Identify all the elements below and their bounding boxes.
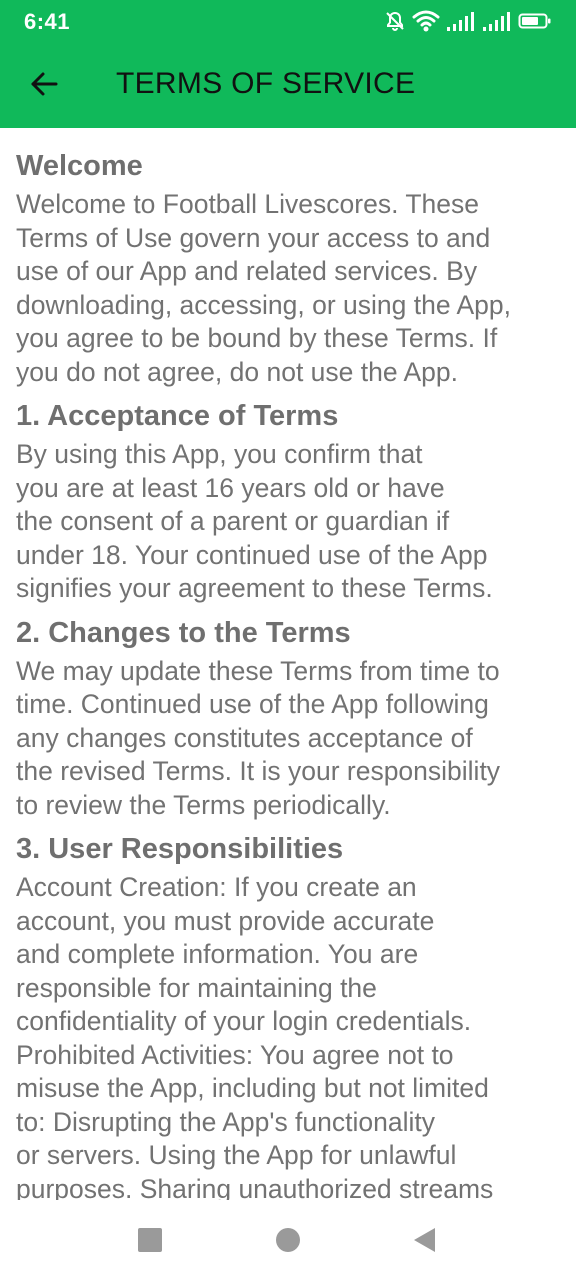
section-body-user-responsibilities: Account Creation: If you create an accou… <box>16 872 494 1200</box>
terms-content-scroll[interactable]: Welcome Welcome to Football Livescores. … <box>16 128 564 1200</box>
status-icons <box>384 9 552 33</box>
signal-icon <box>483 12 510 31</box>
status-bar: 6:41 <box>0 0 576 40</box>
section-body-changes: We may update these Terms from time to t… <box>16 655 501 820</box>
arrow-back-icon <box>31 72 58 96</box>
terms-content: Welcome Welcome to Football Livescores. … <box>16 128 564 1200</box>
app-bar: TERMS OF SERVICE <box>0 40 576 128</box>
recents-button[interactable] <box>130 1220 170 1260</box>
home-circle-icon <box>276 1228 300 1252</box>
mute-bell-icon <box>386 11 404 32</box>
section-heading-user-responsibilities: 3. User Responsibilities <box>16 833 344 865</box>
section-heading-changes: 2. Changes to the Terms <box>16 616 351 649</box>
system-nav-bar <box>0 1200 576 1280</box>
section-body-welcome: Welcome to Football Livescores. These Te… <box>16 189 511 387</box>
status-time: 6:41 <box>24 9 71 34</box>
wifi-icon <box>412 10 440 32</box>
back-button[interactable] <box>20 60 68 108</box>
back-triangle-icon <box>414 1228 435 1252</box>
signal-icon <box>447 12 474 31</box>
recents-square-icon <box>138 1228 162 1252</box>
nav-back-button[interactable] <box>404 1220 444 1260</box>
section-heading-acceptance: 1. Acceptance of Terms <box>16 400 339 432</box>
battery-icon <box>518 13 551 29</box>
section-heading-welcome: Welcome <box>16 150 143 182</box>
page-title: TERMS OF SERVICE <box>116 67 416 100</box>
section-body-acceptance: By using this App, you confirm that you … <box>16 439 493 603</box>
home-button[interactable] <box>268 1220 308 1260</box>
